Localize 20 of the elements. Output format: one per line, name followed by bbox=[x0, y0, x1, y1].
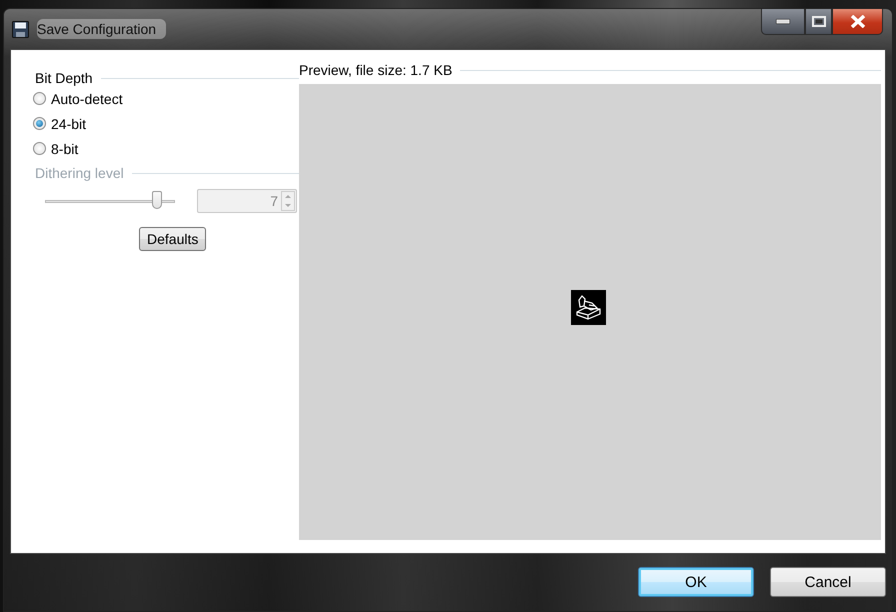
radio-label: 24-bit bbox=[51, 116, 86, 132]
defaults-button[interactable]: Defaults bbox=[139, 227, 206, 251]
cancel-button[interactable]: Cancel bbox=[770, 567, 886, 597]
maximize-button[interactable] bbox=[805, 9, 832, 35]
radio-label: Auto-detect bbox=[51, 90, 123, 106]
group-label: Bit Depth bbox=[35, 70, 93, 86]
ok-button[interactable]: OK bbox=[638, 567, 754, 597]
window-title: Save Configuration bbox=[37, 19, 166, 39]
radio-button[interactable] bbox=[33, 92, 46, 105]
minimize-icon bbox=[776, 19, 790, 24]
radio-label: 8-bit bbox=[51, 140, 78, 156]
group-label: Dithering level bbox=[35, 165, 124, 181]
maximize-icon bbox=[812, 16, 826, 27]
close-icon bbox=[850, 15, 866, 28]
minimize-button[interactable] bbox=[761, 9, 805, 35]
radio-button[interactable] bbox=[33, 117, 46, 130]
radio-button[interactable] bbox=[33, 142, 46, 155]
preview-label: Preview, file size: 1.7 KB bbox=[299, 62, 452, 78]
close-button[interactable] bbox=[832, 9, 883, 35]
thumbnail-icon bbox=[570, 290, 606, 324]
